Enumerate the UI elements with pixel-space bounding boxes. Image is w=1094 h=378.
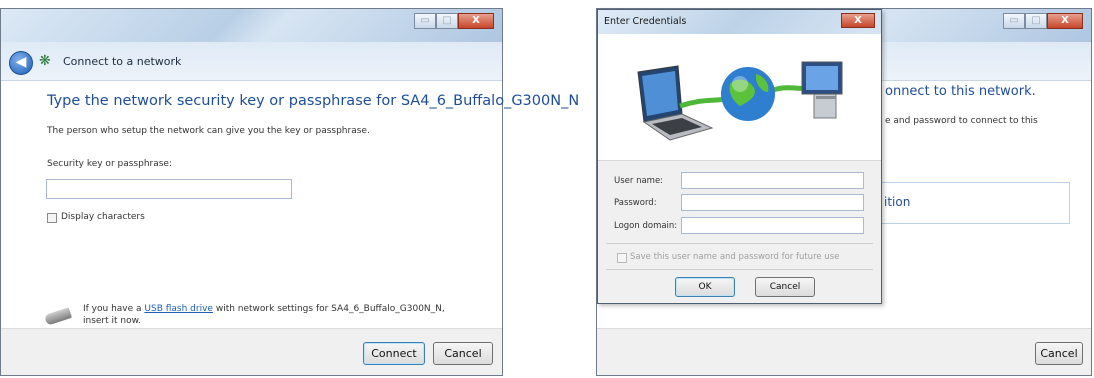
usb-flash-drive-link[interactable]: USB flash drive bbox=[144, 304, 213, 314]
dialog-close-button[interactable]: X bbox=[841, 13, 875, 28]
password-input[interactable] bbox=[681, 194, 864, 211]
network-icon: ❋ bbox=[39, 53, 51, 69]
display-characters-label[interactable]: Display characters bbox=[61, 212, 145, 222]
security-key-input[interactable] bbox=[46, 179, 292, 199]
connect-network-window: ▭ □ X ◀ ❋ Connect to a network Type the … bbox=[0, 8, 579, 376]
save-credentials-label[interactable]: Save this user name and password for fut… bbox=[630, 252, 839, 262]
enter-credentials-dialog: Enter Credentials X User name: Password:… bbox=[597, 9, 882, 304]
usb-text-before: If you have a bbox=[83, 304, 145, 314]
user-name-input[interactable] bbox=[681, 172, 864, 189]
network-banner-image bbox=[608, 36, 871, 158]
caption-buttons: ▭ □ X bbox=[414, 13, 494, 29]
credentials-form: User name: Password: Logon domain: Save … bbox=[598, 160, 881, 303]
page-heading: Type the network security key or passphr… bbox=[47, 93, 580, 109]
save-credentials-checkbox[interactable] bbox=[617, 253, 627, 263]
cancel-button[interactable]: Cancel bbox=[1035, 342, 1083, 365]
maximize-button[interactable]: □ bbox=[436, 13, 458, 29]
dialog-title-bar[interactable]: Enter Credentials X bbox=[598, 10, 881, 34]
network-illustration-icon bbox=[637, 61, 843, 141]
close-button[interactable]: X bbox=[458, 13, 494, 29]
nav-bar: ◀ ❋ Connect to a network bbox=[1, 42, 502, 81]
option-box[interactable]: ition bbox=[873, 182, 1070, 224]
partial-option-text: ition bbox=[884, 195, 911, 209]
caption-buttons: ▭ □ X bbox=[1003, 13, 1083, 29]
usb-text-after: with network settings for SA4_6_Buffalo_… bbox=[212, 304, 445, 314]
footer-bar: Cancel bbox=[597, 328, 1091, 375]
dialog-cancel-button[interactable]: Cancel bbox=[755, 277, 815, 297]
info-text: The person who setup the network can giv… bbox=[47, 126, 370, 136]
logon-domain-label: Logon domain: bbox=[614, 221, 678, 231]
ok-button[interactable]: OK bbox=[675, 277, 735, 297]
back-arrow-icon[interactable]: ◀ bbox=[9, 51, 33, 75]
dialog-title: Enter Credentials bbox=[604, 16, 687, 27]
minimize-button[interactable]: ▭ bbox=[414, 13, 436, 29]
display-characters-checkbox[interactable] bbox=[47, 213, 57, 223]
user-name-label: User name: bbox=[614, 176, 664, 186]
window-title: Connect to a network bbox=[63, 55, 182, 68]
password-label: Password: bbox=[614, 198, 657, 208]
divider bbox=[606, 269, 873, 270]
divider bbox=[606, 243, 873, 244]
minimize-button[interactable]: ▭ bbox=[1003, 13, 1025, 29]
close-button[interactable]: X bbox=[1047, 13, 1083, 29]
title-bar[interactable]: ▭ □ X bbox=[1, 9, 502, 42]
usb-instruction: If you have a USB flash drive with netwo… bbox=[83, 304, 445, 314]
cancel-button[interactable]: Cancel bbox=[433, 342, 493, 365]
logon-domain-input[interactable] bbox=[681, 217, 864, 234]
connect-button[interactable]: Connect bbox=[363, 342, 425, 365]
partial-text: e and password to connect to this bbox=[885, 116, 1038, 126]
security-key-label: Security key or passphrase: bbox=[47, 159, 172, 169]
footer-bar: Connect Cancel bbox=[1, 328, 502, 375]
usb-drive-icon bbox=[43, 307, 73, 326]
partial-heading: onnect to this network. bbox=[885, 84, 1036, 99]
usb-instruction-line2: insert it now. bbox=[83, 316, 142, 326]
maximize-button[interactable]: □ bbox=[1025, 13, 1047, 29]
